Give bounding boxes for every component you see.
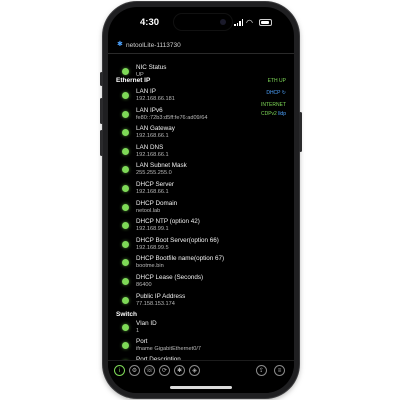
row-label: Port [136, 338, 148, 345]
status-bar: 4:30 ◠ [108, 7, 294, 37]
share-icon[interactable]: ⇪ [256, 365, 267, 376]
status-ok-icon [122, 222, 129, 230]
info-row: Vlan ID 1 [122, 319, 262, 337]
row-value: 192.168.99.1 [136, 226, 169, 233]
status-ok-icon [122, 240, 129, 248]
row-label: DHCP Server [136, 181, 175, 188]
status-ok-icon [122, 203, 129, 211]
row-value: 192.168.99.5 [136, 244, 169, 251]
info-row: LAN Subnet Mask 255.255.255.0 [122, 161, 262, 179]
sync-icon[interactable]: ⟳ [159, 365, 170, 376]
row-label: LAN IP [136, 88, 156, 95]
row-value: 192.168.66.1 [136, 189, 169, 195]
status-time: 4:30 [140, 17, 160, 28]
volume-down-button [100, 130, 103, 156]
camera-icon [220, 19, 226, 25]
info-row: DHCP Bootfile name(option 67) bootme.bin [122, 254, 262, 272]
row-value: ifname GigabitEthernet0/7 [136, 346, 201, 352]
row-label: DHCP Lease (Seconds) [136, 274, 204, 281]
row-value: 86400 [136, 282, 152, 288]
row-value: bootme.bin [136, 263, 164, 270]
star-icon[interactable]: ✱ [174, 365, 185, 376]
info-row: DHCP NTP (option 42) 192.168.99.1 [122, 217, 262, 235]
info-row: DHCP Boot Server(option 66) 192.168.99.5 [122, 236, 262, 254]
info-icon[interactable]: i [114, 365, 125, 376]
row-label: LAN IPv6 [136, 106, 163, 114]
row-value: 192.168.66.1 [136, 151, 169, 158]
info-list[interactable]: NIC Status UP Ethernet IP LAN IP 192.168.… [108, 57, 294, 367]
menu-icon[interactable]: ≡ [274, 365, 285, 376]
row-value: fe80::72b3:d5ff:fe76:ad09/64 [136, 114, 208, 121]
phone-frame: 4:30 ◠ ✱ netoolLite-1113730 ETH UP DHCP … [100, 2, 302, 398]
status-ok-icon [122, 147, 129, 155]
status-ok-icon [122, 92, 129, 99]
info-row: Port ifname GigabitEthernet0/7 [122, 337, 262, 355]
row-value: 77.158.153.174 [136, 300, 175, 307]
info-row: DHCP Server 192.168.66.1 [122, 180, 262, 198]
row-label: DHCP NTP (option 42) [136, 218, 200, 226]
status-ok-icon [122, 278, 129, 285]
info-row: DHCP Lease (Seconds) 86400 [122, 273, 262, 291]
status-icons: ◠ [234, 18, 272, 27]
info-row: LAN DNS 192.168.66.1 [122, 143, 262, 161]
row-label: DHCP Domain [136, 199, 178, 207]
row-label: LAN Gateway [136, 125, 175, 133]
volume-up-button [100, 98, 103, 124]
bottom-toolbar: i ⚙ ☏ ⟳ ✱ ◈ ⇪ ≡ [108, 360, 294, 393]
info-row: LAN IP 192.168.66.181 [122, 87, 262, 105]
row-value: 192.168.66.1 [136, 133, 169, 140]
status-ok-icon [122, 166, 129, 174]
row-label: LAN DNS [136, 143, 164, 151]
row-label: DHCP Boot Server(option 66) [136, 236, 219, 244]
device-header[interactable]: ✱ netoolLite-1113730 [108, 39, 294, 54]
info-row: LAN IPv6 fe80::72b3:d5ff:fe76:ad09/64 [122, 106, 262, 124]
cellular-signal-icon [234, 19, 243, 26]
dynamic-island [174, 14, 232, 30]
info-row: Public IP Address 77.158.153.174 [122, 292, 262, 310]
info-row: LAN Gateway 192.168.66.1 [122, 124, 262, 142]
info-row: DHCP Domain netool.lab [122, 199, 262, 217]
phone-icon[interactable]: ☏ [144, 365, 155, 376]
section-ethernet-ip: Ethernet IP [116, 77, 151, 84]
row-value: 1 [136, 328, 140, 334]
status-ok-icon [122, 296, 129, 304]
status-ok-icon [122, 342, 129, 349]
app-screen: 4:30 ◠ ✱ netoolLite-1113730 ETH UP DHCP … [108, 7, 294, 393]
mute-switch [100, 72, 103, 86]
row-label: LAN Subnet Mask [136, 162, 187, 170]
bluetooth-icon: ✱ [117, 41, 123, 48]
device-name: netoolLite-1113730 [126, 42, 181, 49]
power-button [299, 112, 302, 152]
status-ok-icon [122, 68, 129, 75]
home-indicator [170, 386, 232, 389]
status-ok-icon [122, 259, 129, 267]
wifi-icon: ◠ [246, 18, 253, 27]
battery-icon [259, 19, 272, 26]
row-value: 192.168.66.181 [136, 96, 175, 102]
row-value: netool.lab [136, 207, 161, 214]
tag-icon[interactable]: ◈ [189, 365, 200, 376]
settings-icon[interactable]: ⚙ [129, 365, 140, 376]
row-value: 255.255.255.0 [136, 170, 172, 177]
row-label: Public IP Address [136, 292, 186, 300]
status-ok-icon [122, 129, 129, 137]
section-switch: Switch [116, 311, 137, 318]
status-ok-icon [122, 324, 129, 331]
status-ok-icon [122, 110, 129, 118]
status-ok-icon [122, 185, 129, 192]
row-label: Vlan ID [136, 320, 157, 327]
row-label: DHCP Bootfile name(option 67) [136, 255, 225, 263]
